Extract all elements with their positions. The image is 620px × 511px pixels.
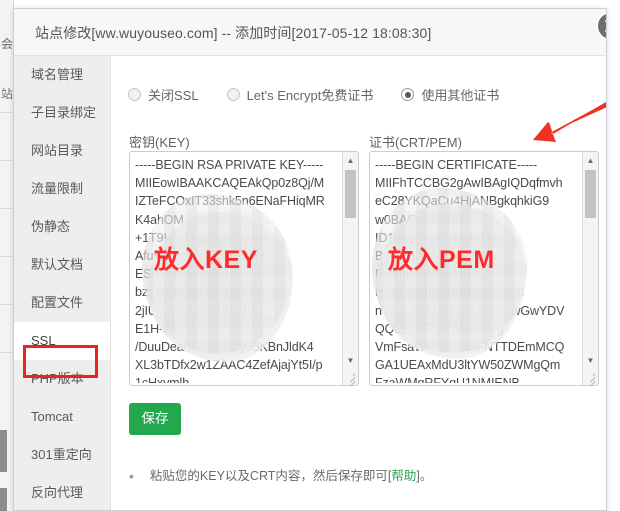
background-rule — [0, 160, 14, 161]
scroll-down-icon[interactable]: ▼ — [583, 353, 598, 368]
radio-close-ssl[interactable]: 关闭SSL — [128, 85, 199, 104]
sidebar-item-php[interactable]: PHP版本 — [14, 360, 110, 398]
dialog-title: 站点修改[ww.wuyouseo.com] -- 添加时间[2017-05-12… — [35, 25, 432, 41]
sidebar-item-rewrite[interactable]: 伪静态 — [14, 208, 110, 246]
key-textarea-value: -----BEGIN RSA PRIVATE KEY----- MIIEowIB… — [135, 158, 325, 383]
sidebar-item-tomcat[interactable]: Tomcat — [14, 398, 110, 436]
cert-textarea[interactable]: -----BEGIN CERTIFICATE----- MIIFhTCCBG2g… — [369, 151, 599, 386]
key-scrollbar[interactable]: ▲ ▼ — [342, 152, 358, 385]
hint-text-before: 粘贴您的KEY以及CRT内容，然后保存即可 — [149, 469, 388, 483]
resize-handle-icon[interactable] — [583, 370, 597, 385]
scrollbar-thumb[interactable] — [585, 170, 596, 218]
sidebar-item-default-doc[interactable]: 默认文档 — [14, 246, 110, 284]
scrollbar-thumb[interactable] — [345, 170, 356, 218]
sidebar-item-proxy[interactable]: 反向代理 — [14, 474, 110, 510]
resize-handle-icon[interactable] — [343, 370, 357, 385]
ssl-panel: 关闭SSL Let's Encrypt免费证书 使用其他证书 密钥(KEY) 证… — [112, 56, 606, 510]
background-rule — [0, 352, 14, 353]
cert-scrollbar[interactable]: ▲ ▼ — [582, 152, 598, 385]
radio-other-certificate[interactable]: 使用其他证书 — [401, 85, 499, 104]
sidebar-item-traffic[interactable]: 流量限制 — [14, 170, 110, 208]
sidebar-item-webroot[interactable]: 网站目录 — [14, 132, 110, 170]
save-button[interactable]: 保存 — [129, 403, 181, 435]
hint-text-after: 。 — [419, 469, 433, 483]
key-field-label: 密钥(KEY) — [129, 135, 190, 150]
radio-lets-encrypt[interactable]: Let's Encrypt免费证书 — [226, 85, 374, 104]
bullet-icon: • — [129, 468, 134, 484]
sidebar-item-config[interactable]: 配置文件 — [14, 284, 110, 322]
radio-label: Let's Encrypt免费证书 — [246, 88, 374, 103]
sidebar-item-subdir[interactable]: 子目录绑定 — [14, 94, 110, 132]
background-rule — [0, 208, 14, 209]
sidebar-item-redirect[interactable]: 301重定向 — [14, 436, 110, 474]
radio-dot-icon — [226, 88, 240, 101]
scroll-down-icon[interactable]: ▼ — [343, 353, 358, 368]
radio-dot-icon — [128, 88, 141, 101]
background-rule — [0, 304, 14, 305]
sidebar-item-ssl[interactable]: SSL — [14, 322, 110, 360]
help-link[interactable]: 帮助 — [391, 469, 416, 483]
sidebar-item-domain[interactable]: 域名管理 — [14, 56, 110, 94]
background-text-fragment: 站 — [1, 87, 14, 101]
radio-label: 关闭SSL — [148, 88, 199, 103]
background-rule — [0, 112, 14, 113]
dialog-sidebar: 域名管理 子目录绑定 网站目录 流量限制 伪静态 默认文档 配置文件 SSL P… — [14, 56, 111, 510]
key-textarea[interactable]: -----BEGIN RSA PRIVATE KEY----- MIIEowIB… — [129, 151, 359, 386]
radio-dot-icon — [401, 88, 415, 101]
background-scroll-marker — [0, 488, 7, 511]
hint-text: 粘贴您的KEY以及CRT内容，然后保存即可[帮助]。 — [150, 468, 432, 484]
scroll-up-icon[interactable]: ▲ — [343, 153, 358, 168]
background-rule — [0, 256, 14, 257]
hint-row: • 粘贴您的KEY以及CRT内容，然后保存即可[帮助]。 — [129, 468, 432, 484]
ssl-mode-radio-group: 关闭SSL Let's Encrypt免费证书 使用其他证书 — [128, 85, 527, 104]
background-text-fragment: 会 — [1, 37, 14, 51]
cert-field-label: 证书(CRT/PEM) — [369, 135, 462, 150]
scroll-up-icon[interactable]: ▲ — [583, 153, 598, 168]
cert-textarea-value: -----BEGIN CERTIFICATE----- MIIFhTCCBG2g… — [375, 158, 565, 383]
site-modify-dialog: 站点修改[ww.wuyouseo.com] -- 添加时间[2017-05-12… — [13, 8, 607, 511]
background-scroll-marker — [0, 430, 7, 472]
screenshot-root: 会 站 站点修改[ww.wuyouseo.com] -- 添加时间[2017-0… — [0, 0, 620, 511]
radio-label: 使用其他证书 — [421, 88, 500, 103]
